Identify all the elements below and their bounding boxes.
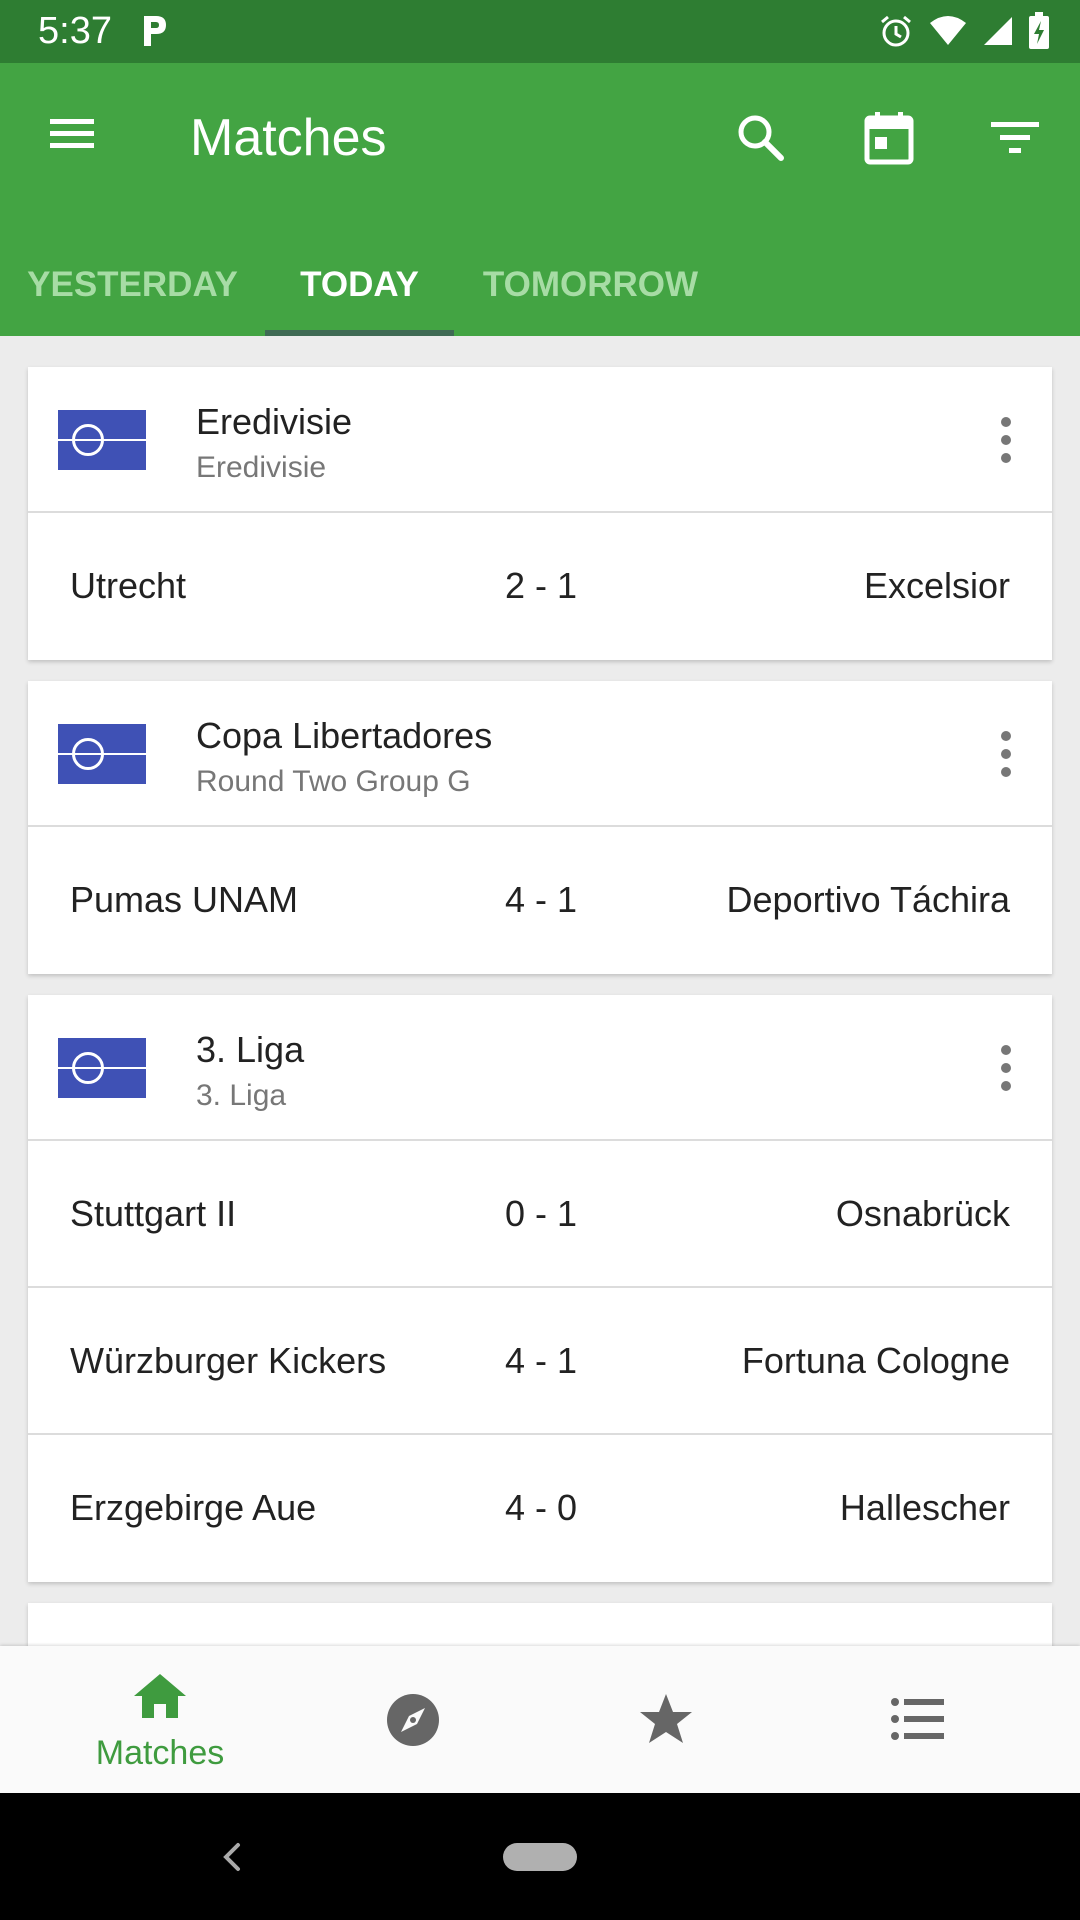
league-subtitle: Eredivisie <box>196 451 327 484</box>
matches-list[interactable]: Eredivisie Eredivisie Utrecht 2 - 1 Exce… <box>0 336 1080 1646</box>
wifi-icon <box>928 15 968 52</box>
page-title: Matches <box>190 109 387 167</box>
away-team: Fortuna Cologne <box>741 1340 1010 1381</box>
list-icon <box>891 1698 944 1740</box>
search-icon <box>738 115 784 161</box>
league-name: Eredivisie <box>196 401 353 442</box>
back-icon[interactable] <box>220 1841 244 1873</box>
league-flag-icon <box>58 724 146 784</box>
nav-matches-label: Matches <box>95 1734 225 1772</box>
tab-today[interactable]: TODAY <box>265 233 454 336</box>
match-score: 0 - 1 <box>505 1193 578 1234</box>
away-team: Hallescher <box>839 1487 1010 1528</box>
match-score: 4 - 1 <box>505 1340 578 1381</box>
filter-button[interactable] <box>980 103 1050 173</box>
nav-explore[interactable] <box>313 1646 513 1793</box>
tab-yesterday[interactable]: YESTERDAY <box>0 233 265 336</box>
league-card-copa-libertadores: Copa Libertadores Round Two Group G Puma… <box>28 681 1052 974</box>
match-row[interactable]: Pumas UNAM 4 - 1 Deportivo Táchira <box>28 827 1052 974</box>
calendar-button[interactable] <box>854 103 924 173</box>
filter-icon <box>991 122 1039 153</box>
home-pill-icon[interactable] <box>503 1843 577 1871</box>
bottom-navigation: Matches <box>0 1646 1080 1793</box>
nav-leagues[interactable] <box>818 1646 1018 1793</box>
league-subtitle: 3. Liga <box>196 1079 287 1112</box>
more-options-icon[interactable] <box>998 417 1014 463</box>
league-header[interactable]: Copa Libertadores Round Two Group G <box>28 681 1052 827</box>
alarm-icon <box>878 13 914 54</box>
system-navigation-bar <box>0 1793 1080 1920</box>
search-button[interactable] <box>726 103 796 173</box>
league-flag-icon <box>58 1038 146 1098</box>
match-score: 2 - 1 <box>505 565 578 606</box>
home-team: Würzburger Kickers <box>70 1340 387 1381</box>
away-team: Excelsior <box>863 565 1010 606</box>
match-row[interactable]: Erzgebirge Aue 4 - 0 Hallescher <box>28 1435 1052 1582</box>
league-flag-icon <box>58 410 146 470</box>
league-name: Copa Libertadores <box>196 715 493 756</box>
star-icon <box>640 1694 692 1743</box>
home-team: Erzgebirge Aue <box>70 1487 317 1528</box>
home-icon <box>134 1674 186 1718</box>
match-row[interactable]: Würzburger Kickers 4 - 1 Fortuna Cologne <box>28 1288 1052 1435</box>
battery-charging-icon <box>1028 12 1050 55</box>
nav-matches[interactable]: Matches <box>60 1646 260 1793</box>
more-options-icon[interactable] <box>998 1045 1014 1091</box>
league-header[interactable]: 3. Liga 3. Liga <box>28 995 1052 1141</box>
home-team: Stuttgart II <box>70 1193 237 1234</box>
away-team: Deportivo Táchira <box>726 879 1010 920</box>
menu-icon <box>50 119 94 148</box>
compass-icon <box>387 1694 439 1746</box>
league-card-3-liga: 3. Liga 3. Liga Stuttgart II 0 - 1 Osnab… <box>28 995 1052 1582</box>
match-score: 4 - 1 <box>505 879 578 920</box>
status-bar: 5:37 <box>0 0 1080 63</box>
parking-notification-icon <box>140 12 170 53</box>
away-team: Osnabrück <box>835 1193 1010 1234</box>
tab-tomorrow[interactable]: TOMORROW <box>454 233 727 336</box>
league-card-eredivisie: Eredivisie Eredivisie Utrecht 2 - 1 Exce… <box>28 367 1052 660</box>
cellular-signal-icon <box>982 15 1014 52</box>
match-score: 4 - 0 <box>505 1487 578 1528</box>
menu-button[interactable] <box>44 109 104 159</box>
day-tabs: YESTERDAY TODAY TOMORROW <box>0 233 727 336</box>
status-time: 5:37 <box>38 10 112 52</box>
match-row[interactable]: Utrecht 2 - 1 Excelsior <box>28 513 1052 660</box>
nav-favorites[interactable] <box>566 1646 766 1793</box>
league-subtitle: Round Two Group G <box>196 765 471 798</box>
more-options-icon[interactable] <box>998 731 1014 777</box>
league-name: 3. Liga <box>196 1029 305 1070</box>
app-bar: Matches YESTERDAY TODAY TOMORROW <box>0 63 1080 336</box>
league-header[interactable]: Eredivisie Eredivisie <box>28 367 1052 513</box>
home-team: Utrecht <box>70 565 187 606</box>
calendar-icon <box>864 112 914 165</box>
league-card-partial <box>28 1603 1052 1646</box>
home-team: Pumas UNAM <box>70 879 299 920</box>
match-row[interactable]: Stuttgart II 0 - 1 Osnabrück <box>28 1141 1052 1288</box>
